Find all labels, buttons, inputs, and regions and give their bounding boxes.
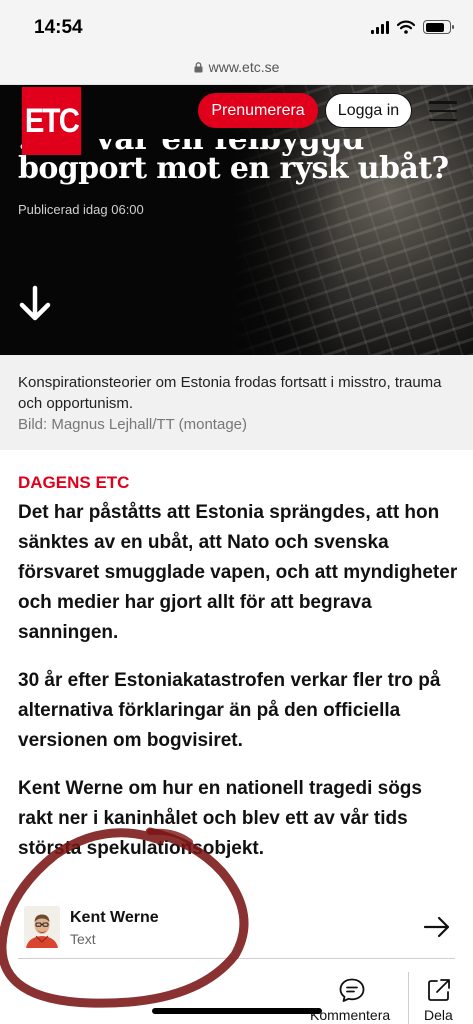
arrow-down-icon[interactable] [18, 285, 52, 323]
author-name: Kent Werne [70, 909, 159, 926]
section-label[interactable]: DAGENS ETC [18, 473, 129, 493]
article-title: bogport mot en rysk ubåt? [18, 151, 449, 186]
image-caption-area: Konspirationsteorier om Estonia frodas f… [0, 355, 473, 450]
author-avatar [24, 906, 60, 948]
status-time: 14:54 [34, 17, 83, 38]
article-lead-paragraph: Kent Werne om hur en nationell tragedi s… [18, 778, 422, 859]
share-icon[interactable] [426, 977, 452, 1003]
divider [18, 958, 455, 959]
article-lead-paragraph: 30 år efter Estoniakatastrofen verkar fl… [18, 670, 441, 751]
image-credit: Bild: Magnus Lejhall/TT (montage) [18, 416, 247, 433]
etc-logo[interactable]: ETC [21, 87, 82, 155]
status-icons [371, 20, 454, 34]
comment-button[interactable]: Kommentera [310, 1007, 390, 1023]
share-button[interactable]: Dela [424, 1007, 453, 1023]
site-header: ETC Prenumerera Logga in [0, 85, 473, 155]
login-button[interactable]: Logga in [325, 93, 412, 128]
battery-icon [423, 20, 454, 34]
article-content: DAGENS ETC Det har påståtts att Estonia … [0, 450, 473, 1024]
comment-icon[interactable] [338, 977, 366, 1003]
wifi-icon [397, 20, 415, 34]
publish-date: Publicerad idag 06:00 [18, 202, 144, 217]
author-role: Text [70, 931, 96, 947]
lock-icon [194, 61, 203, 72]
article-lead-paragraph: Det har påståtts att Estonia sprängdes, … [18, 502, 458, 643]
hamburger-menu-icon[interactable] [429, 101, 457, 121]
url-text: www.etc.se [208, 59, 280, 75]
subscribe-button[interactable]: Prenumerera [198, 93, 318, 128]
arrow-right-icon[interactable] [423, 916, 451, 938]
status-bar: 14:54 [0, 0, 473, 50]
address-bar[interactable]: www.etc.se [0, 50, 473, 85]
image-caption: Konspirationsteorier om Estonia frodas f… [18, 374, 442, 412]
author-byline[interactable]: Kent Werne Text [0, 900, 473, 962]
cellular-signal-icon [371, 20, 389, 34]
home-indicator[interactable] [152, 1008, 322, 1014]
article-action-bar: Kommentera Dela [0, 970, 473, 1024]
divider [408, 972, 409, 1024]
